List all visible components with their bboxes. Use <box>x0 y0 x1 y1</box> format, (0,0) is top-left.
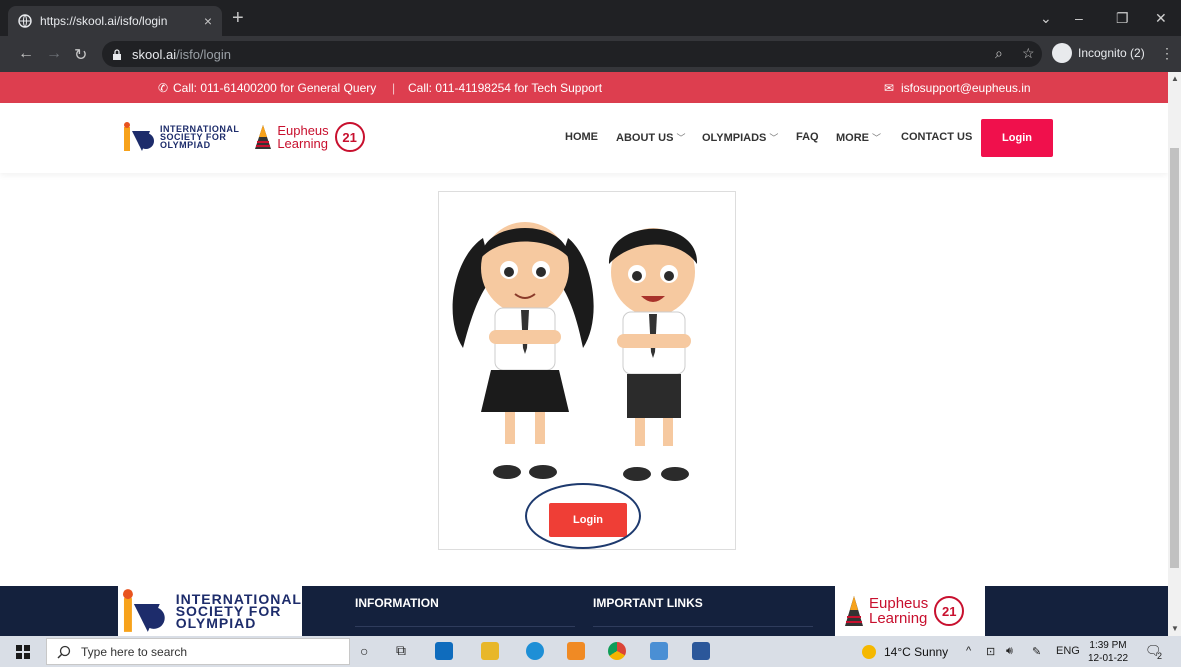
weather-widget[interactable]: 14°C Sunny <box>862 645 948 659</box>
globe-icon <box>18 14 32 28</box>
search-icon <box>57 645 71 659</box>
browser-tab[interactable]: https://skool.ai/isfo/login × <box>8 6 222 36</box>
students-illustration <box>452 222 698 481</box>
task-view-icon[interactable]: ⧉ <box>396 642 406 659</box>
volume-icon[interactable]: 🔊︎ <box>1006 645 1013 658</box>
tab-close-icon[interactable]: × <box>204 13 212 29</box>
general-query-text: Call: 011-61400200 for General Query <box>173 81 377 95</box>
contact-strip: ✆ Call: 011-61400200 for General Query |… <box>0 72 1168 103</box>
incognito-label: Incognito (2) <box>1078 46 1145 60</box>
header-login-button[interactable]: Login <box>981 119 1053 157</box>
site-footer: INTERNATIONAL SOCIETY FOR OLYMPIAD INFOR… <box>0 586 1168 636</box>
url-path: /isfo/login <box>176 46 231 62</box>
support-email-link[interactable]: isfosupport@eupheus.in <box>901 81 1031 95</box>
site-header: INTERNATIONAL SOCIETY FOR OLYMPIAD Euphe… <box>0 103 1168 173</box>
footer-eupheus-text: Eupheus Learning <box>869 595 929 627</box>
footer-divider <box>355 626 575 627</box>
nav-about-us[interactable]: ABOUT US ﹀ <box>616 131 685 144</box>
scrollbar-thumb[interactable] <box>1170 148 1179 568</box>
scroll-up-icon[interactable]: ▲ <box>1171 74 1179 83</box>
zoom-icon[interactable]: ⌕ <box>995 45 1003 62</box>
chevron-down-icon: ﹀ <box>769 133 779 143</box>
footer-divider <box>593 626 813 627</box>
isfo-logo-icon <box>124 122 154 151</box>
browser-menu-icon[interactable]: ⋮ <box>1160 45 1174 62</box>
scroll-down-icon[interactable]: ▼ <box>1171 624 1179 633</box>
contact-separator: | <box>392 81 396 95</box>
important-links-heading: IMPORTANT LINKS <box>593 596 703 610</box>
file-explorer-icon[interactable] <box>481 642 499 660</box>
web-page: ✆ Call: 011-61400200 for General Query |… <box>0 72 1168 636</box>
tech-support-text: Call: 011-41198254 for Tech Support <box>408 81 603 95</box>
word-icon[interactable] <box>692 642 710 660</box>
nav-olympiads[interactable]: OLYMPIADS ﹀ <box>702 131 778 144</box>
outlook-icon[interactable] <box>435 642 453 660</box>
restore-icon[interactable]: ❐ <box>1116 10 1129 27</box>
isfo-logo-icon <box>122 589 165 632</box>
footer-isfo-logo[interactable]: INTERNATIONAL SOCIETY FOR OLYMPIAD <box>118 586 302 636</box>
page-scrollbar[interactable]: ▲ ▼ <box>1168 72 1181 636</box>
header-logos[interactable]: INTERNATIONAL SOCIETY FOR OLYMPIAD Euphe… <box>120 121 365 153</box>
back-icon[interactable]: ← <box>18 45 34 63</box>
chevron-down-icon: ﹀ <box>676 133 686 143</box>
highlight-circle <box>525 483 641 549</box>
lock-icon <box>113 48 121 60</box>
chrome-icon[interactable] <box>608 642 626 660</box>
language-indicator[interactable]: ENG <box>1056 645 1080 657</box>
sublime-icon[interactable] <box>567 642 585 660</box>
windows-start-icon[interactable] <box>16 645 30 659</box>
network-icon[interactable]: ⊡ <box>986 645 995 658</box>
eupheus-logo-icon <box>255 125 272 149</box>
new-tab-button[interactable]: + <box>232 8 244 28</box>
weather-text: 14°C Sunny <box>884 645 949 659</box>
nav-faq[interactable]: FAQ <box>796 131 819 143</box>
windows-taskbar: Type here to search ○ ⧉ 14°C Sunny ^ ⊡ 🔊… <box>0 636 1181 667</box>
address-bar-row: ← → ↻ skool.ai/isfo/login ⌕ ☆ Incognito … <box>0 36 1181 72</box>
taskbar-search-placeholder: Type here to search <box>81 644 188 659</box>
tab-search-icon[interactable]: ⌄ <box>1040 10 1052 27</box>
nav-home[interactable]: HOME <box>565 131 598 143</box>
minimize-icon[interactable]: – <box>1075 10 1083 26</box>
window-close-icon[interactable]: ✕ <box>1155 10 1167 27</box>
edge-icon[interactable] <box>526 642 544 660</box>
sun-icon <box>862 645 876 659</box>
phone-icon: ✆ <box>158 81 169 95</box>
eupheus-logo-icon <box>845 596 863 626</box>
browser-tab-strip: https://skool.ai/isfo/login × + ⌄ – ❐ ✕ <box>0 0 1181 36</box>
taskbar-search-input[interactable]: Type here to search <box>46 638 350 665</box>
anniversary-badge: 21 <box>334 122 365 152</box>
isfo-logo-text: INTERNATIONAL SOCIETY FOR OLYMPIAD <box>160 124 240 150</box>
incognito-indicator[interactable]: Incognito (2) <box>1052 43 1145 63</box>
tab-title: https://skool.ai/isfo/login <box>40 14 168 28</box>
incognito-icon <box>1052 43 1072 63</box>
cortana-icon[interactable]: ○ <box>360 643 368 659</box>
chevron-up-icon[interactable]: ^ <box>966 645 971 657</box>
url-host: skool.ai <box>132 46 177 62</box>
chevron-down-icon: ﹀ <box>872 133 882 143</box>
footer-anniversary-badge: 21 <box>934 596 965 626</box>
mail-icon: ✉ <box>884 81 895 95</box>
forward-icon[interactable]: → <box>46 45 62 63</box>
nav-more[interactable]: MORE ﹀ <box>836 131 881 144</box>
url-field[interactable]: skool.ai/isfo/login <box>102 41 1042 67</box>
eupheus-logo-text: Eupheus Learning <box>277 123 329 151</box>
footer-eupheus-logo[interactable]: Eupheus Learning 21 <box>835 586 985 636</box>
reload-icon[interactable]: ↻ <box>74 45 87 65</box>
notification-count: 2 <box>1157 651 1163 661</box>
pen-icon[interactable]: ✎ <box>1032 645 1041 658</box>
information-heading: INFORMATION <box>355 596 439 610</box>
nav-contact-us[interactable]: CONTACT US <box>901 131 972 143</box>
footer-isfo-text: INTERNATIONAL SOCIETY FOR OLYMPIAD <box>175 591 302 631</box>
notepad-icon[interactable] <box>650 642 668 660</box>
bookmark-star-icon[interactable]: ☆ <box>1022 45 1035 62</box>
taskbar-clock[interactable]: 1:39 PM 12-01-22 <box>1088 639 1128 665</box>
